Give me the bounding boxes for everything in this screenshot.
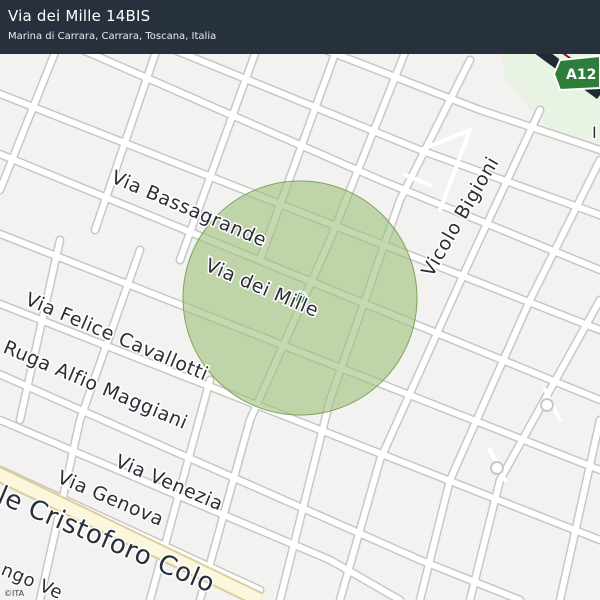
map-canvas[interactable]: A12 Via Bassagrande Via dei Mille Vicolo… — [0, 0, 600, 600]
location-title: Via dei Mille 14BIS — [8, 7, 151, 25]
location-header: Via dei Mille 14BIS Marina di Carrara, C… — [0, 0, 600, 54]
map-attribution[interactable]: ©ITA — [2, 589, 27, 598]
street-label-partial-right: I — [592, 123, 597, 142]
map-view[interactable]: A12 Via Bassagrande Via dei Mille Vicolo… — [0, 0, 600, 600]
highway-shield: A12 — [552, 54, 600, 92]
highway-shield-label: A12 — [566, 67, 596, 83]
location-subtitle: Marina di Carrara, Carrara, Toscana, Ita… — [8, 31, 217, 42]
